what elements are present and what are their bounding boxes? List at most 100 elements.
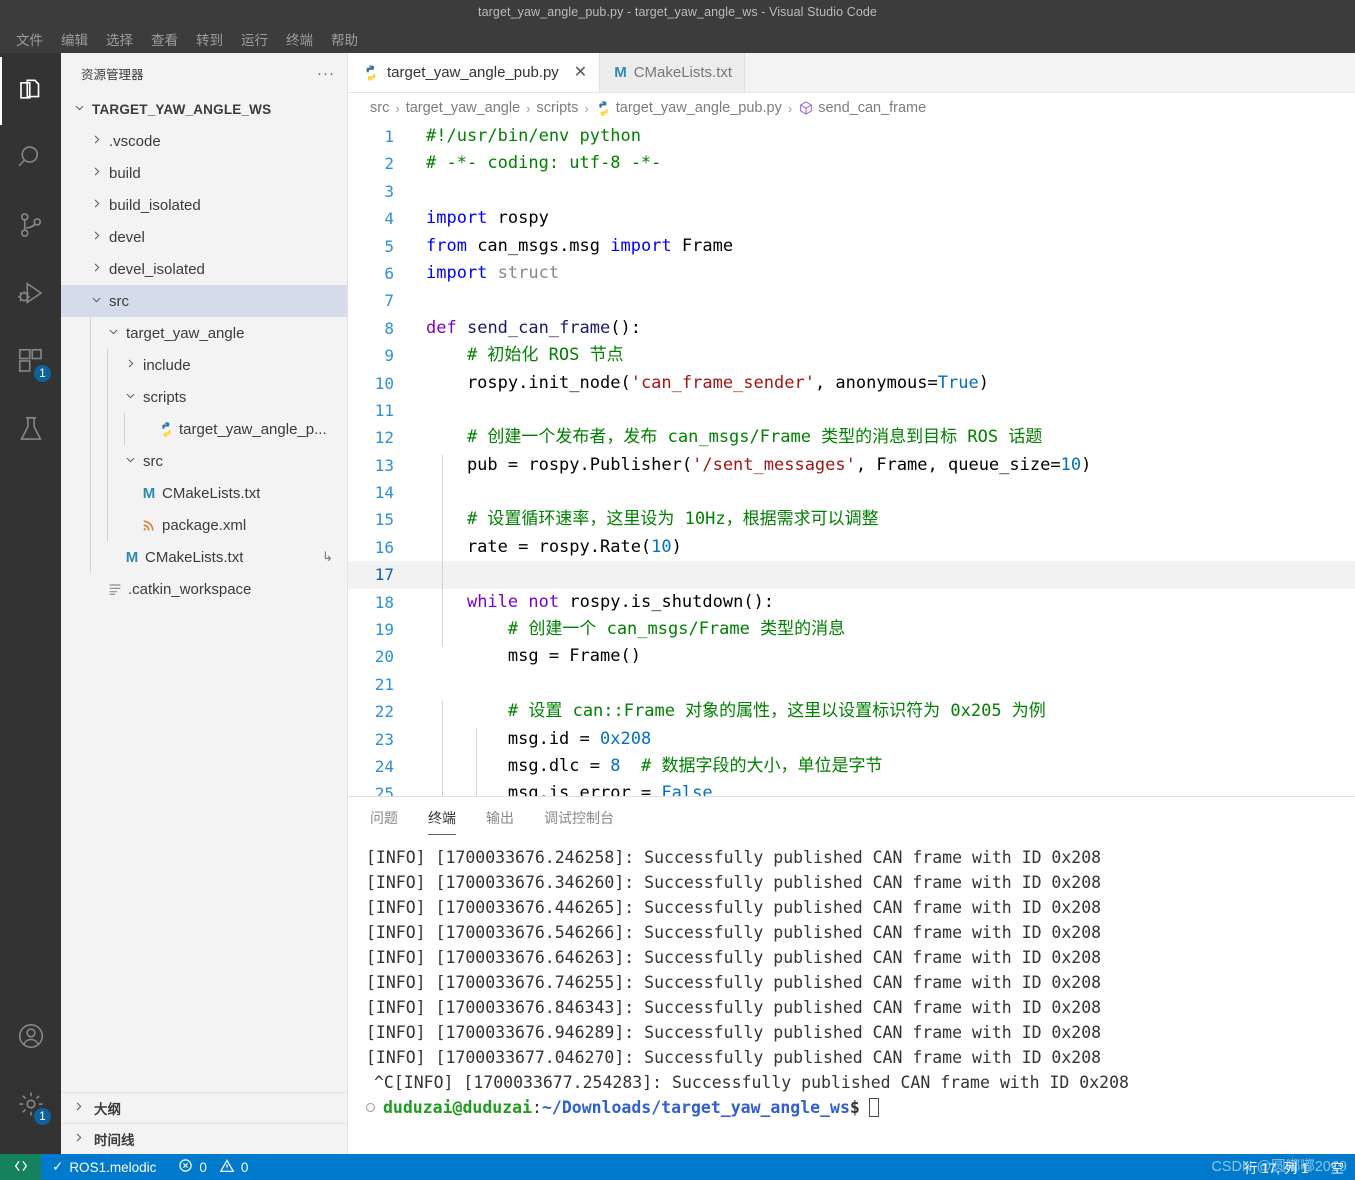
explorer-more-actions-icon[interactable]: ··· <box>317 65 335 82</box>
sidebar-section-0[interactable]: 大纲 <box>61 1092 347 1123</box>
status-cursor-position[interactable]: 行 17, 列 1 <box>1233 1154 1320 1180</box>
tree-item-target_yaw_angle_p...[interactable]: target_yaw_angle_p... <box>61 413 347 445</box>
line-number: 20 <box>374 647 394 667</box>
tree-item-src[interactable]: src <box>61 285 347 317</box>
sidebar-section-1[interactable]: 时间线 <box>61 1123 347 1154</box>
tree-item-devel_isolated[interactable]: devel_isolated <box>61 253 347 285</box>
line-number: 17 <box>374 565 394 585</box>
tree-item-src[interactable]: src <box>61 445 347 477</box>
code-line-11[interactable]: 11 <box>348 397 1355 424</box>
code-line-15[interactable]: 15 # 设置循环速率，这里设为 10Hz，根据需求可以调整 <box>348 506 1355 533</box>
code-line-9[interactable]: 9 # 初始化 ROS 节点 <box>348 342 1355 369</box>
terminal-prompt[interactable]: duduzai@duduzai: ~/Downloads/target_yaw_a… <box>366 1095 1355 1120</box>
code-token: msg = Frame() <box>426 646 641 667</box>
menu-item-6[interactable]: 终端 <box>277 27 322 51</box>
chevron-right-icon <box>88 229 105 245</box>
code-line-13[interactable]: 13 pub = rospy.Publisher('/sent_messages… <box>348 452 1355 479</box>
activity-extensions[interactable]: 1 <box>0 329 61 397</box>
tree-item-.vscode[interactable]: .vscode <box>61 125 347 157</box>
tree-item-devel[interactable]: devel <box>61 221 347 253</box>
tree-item-label: .vscode <box>109 132 161 150</box>
remote-window-button[interactable] <box>0 1154 41 1180</box>
menu-item-7[interactable]: 帮助 <box>322 27 367 51</box>
menu-item-5[interactable]: 运行 <box>232 27 277 51</box>
code-line-3[interactable]: 3 <box>348 178 1355 205</box>
code-token: ) <box>978 372 989 393</box>
breadcrumb-item-4[interactable]: send_can_frame <box>818 100 926 116</box>
status-ros-version[interactable]: ✓ ROS1.melodic <box>41 1154 167 1180</box>
activity-source-control[interactable] <box>0 193 61 261</box>
code-line-23[interactable]: 23 msg.id = 0x208 <box>348 726 1355 753</box>
tree-item-include[interactable]: include <box>61 349 347 381</box>
activity-account[interactable] <box>0 1004 61 1072</box>
code-line-4[interactable]: 4 import rospy <box>348 205 1355 232</box>
code-line-text: rate = rospy.Rate(10) <box>410 534 682 561</box>
tree-item-label: target_yaw_angle <box>126 324 245 342</box>
breadcrumb-item-2[interactable]: scripts <box>537 100 579 116</box>
breadcrumb: src › target_yaw_angle › scripts › target_yaw_… <box>348 93 1355 123</box>
tree-item-cmakelists.txt[interactable]: M CMakeLists.txt ↳ <box>61 541 347 573</box>
code-line-18[interactable]: 18 while not rospy.is_shutdown(): <box>348 589 1355 616</box>
menu-item-2[interactable]: 选择 <box>97 27 142 51</box>
code-line-20[interactable]: 20 msg = Frame() <box>348 643 1355 670</box>
tree-item-target_yaw_angle_ws[interactable]: TARGET_YAW_ANGLE_WS <box>61 93 347 125</box>
tab-close-icon[interactable]: ✕ <box>574 64 587 81</box>
code-line-17[interactable]: 17 <box>348 561 1355 589</box>
explorer-file-tree[interactable]: TARGET_YAW_ANGLE_WS .vscode build build_iso… <box>61 91 347 1092</box>
code-line-5[interactable]: 5 from can_msgs.msg import Frame <box>348 233 1355 260</box>
menu-item-3[interactable]: 查看 <box>142 27 187 51</box>
tree-item-target_yaw_angle[interactable]: target_yaw_angle <box>61 317 347 349</box>
code-line-21[interactable]: 21 <box>348 671 1355 698</box>
activity-testing[interactable] <box>0 397 61 465</box>
code-line-10[interactable]: 10 rospy.init_node('can_frame_sender', a… <box>348 370 1355 397</box>
panel-tab-0[interactable]: 问题 <box>370 808 398 835</box>
panel-tab-1[interactable]: 终端 <box>428 808 456 835</box>
vscode-window: target_yaw_angle_pub.py - target_yaw_ang… <box>0 0 1355 1180</box>
breadcrumb-item-0[interactable]: src <box>370 100 389 116</box>
panel-tab-3[interactable]: 调试控制台 <box>544 808 614 835</box>
breadcrumb-item-3[interactable]: target_yaw_angle_pub.py <box>616 100 782 116</box>
panel-tab-2[interactable]: 输出 <box>486 808 514 835</box>
code-line-16[interactable]: 16 rate = rospy.Rate(10) <box>348 534 1355 561</box>
tree-item-scripts[interactable]: scripts <box>61 381 347 413</box>
code-line-2[interactable]: 2 # -*- coding: utf-8 -*- <box>348 150 1355 177</box>
code-editor[interactable]: 1 #!/usr/bin/env python 2 # -*- coding: utf… <box>348 123 1355 796</box>
code-line-22[interactable]: 22 # 设置 can::Frame 对象的属性，这里以设置标识符为 0x205… <box>348 698 1355 725</box>
tree-item-build_isolated[interactable]: build_isolated <box>61 189 347 221</box>
menu-bar: 文件 编辑 选择 查看 转到 运行 终端 帮助 <box>0 24 1355 53</box>
activity-manage-settings[interactable]: 1 <box>0 1072 61 1140</box>
code-line-8[interactable]: 8 def send_can_frame(): <box>348 315 1355 342</box>
code-token: , anonymous= <box>814 372 938 393</box>
code-line-1[interactable]: 1 #!/usr/bin/env python <box>348 123 1355 150</box>
menu-item-1[interactable]: 编辑 <box>52 27 97 51</box>
status-indentation[interactable]: 空 <box>1320 1154 1355 1180</box>
warning-triangle-icon <box>219 1158 235 1177</box>
code-line-24[interactable]: 24 msg.dlc = 8 # 数据字段的大小，单位是字节 <box>348 753 1355 780</box>
status-problems[interactable]: 0 0 <box>167 1154 259 1180</box>
cmake-file-icon: M <box>125 548 139 566</box>
chevron-right-icon <box>69 1100 88 1116</box>
tree-item-build[interactable]: build <box>61 157 347 189</box>
terminal-output[interactable]: [INFO] [1700033676.246258]: Successfully… <box>348 835 1355 1154</box>
activity-run-and-debug[interactable] <box>0 261 61 329</box>
code-line-14[interactable]: 14 <box>348 479 1355 506</box>
code-token: rate = rospy.Rate( <box>426 536 652 557</box>
activity-explorer[interactable] <box>0 57 61 125</box>
code-line-19[interactable]: 19 # 创建一个 can_msgs/Frame 类型的消息 <box>348 616 1355 643</box>
editor-tab-0[interactable]: target_yaw_angle_pub.py ✕ <box>348 53 601 92</box>
tree-item-.catkin_workspace[interactable]: .catkin_workspace <box>61 573 347 605</box>
menu-item-4[interactable]: 转到 <box>187 27 232 51</box>
tree-item-cmakelists.txt[interactable]: M CMakeLists.txt <box>61 477 347 509</box>
activity-search[interactable] <box>0 125 61 193</box>
code-line-12[interactable]: 12 # 创建一个发布者，发布 can_msgs/Frame 类型的消息到目标 … <box>348 424 1355 451</box>
tree-item-package.xml[interactable]: package.xml <box>61 509 347 541</box>
code-line-6[interactable]: 6 import struct <box>348 260 1355 287</box>
breadcrumb-item-1[interactable]: target_yaw_angle <box>406 100 520 116</box>
line-number: 7 <box>384 291 394 311</box>
menu-item-0[interactable]: 文件 <box>7 27 52 51</box>
prompt-user: duduzai@duduzai <box>383 1098 533 1117</box>
editor-tab-1[interactable]: M CMakeLists.txt <box>600 53 746 92</box>
code-line-7[interactable]: 7 <box>348 287 1355 314</box>
code-line-25[interactable]: 25 msg.is_error = False <box>348 780 1355 796</box>
